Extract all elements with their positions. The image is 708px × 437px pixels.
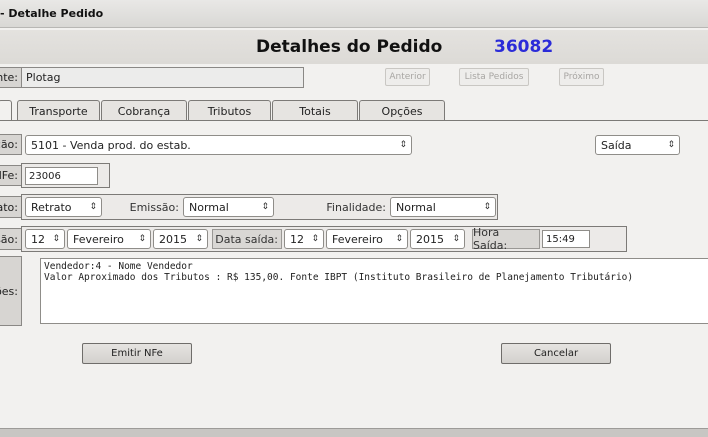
format-label: ato: — [0, 196, 22, 218]
direction-select[interactable]: Saída ⇕ — [595, 135, 680, 155]
exit-day-value: 12 — [290, 232, 304, 246]
purpose-select[interactable]: Normal ⇕ — [390, 197, 496, 217]
format-value: Retrato — [31, 200, 72, 214]
operation-select[interactable]: 5101 - Venda prod. do estab. ⇕ — [25, 135, 412, 155]
tab-divider — [0, 120, 708, 121]
tab-tributos[interactable]: Tributos — [188, 100, 271, 121]
notes-label: ões: — [0, 256, 22, 326]
purpose-label: Finalidade: — [326, 200, 386, 214]
page-title: Detalhes do Pedido — [256, 37, 443, 57]
tab-cobranca[interactable]: Cobrança — [101, 100, 187, 121]
tab-opcoes[interactable]: Opções — [359, 100, 445, 121]
notes-textarea[interactable]: Vendedor:4 - Nome Vendedor Valor Aproxim… — [40, 258, 708, 324]
updown-arrows-icon: ⇕ — [261, 202, 269, 212]
emission-year-value: 2015 — [159, 232, 187, 246]
client-field: Plotag — [21, 67, 304, 88]
notes-line-1: Vendedor:4 - Nome Vendedor — [44, 261, 193, 272]
exit-date-label: Data saída: — [212, 229, 282, 249]
updown-arrows-icon: ⇕ — [399, 140, 407, 150]
updown-arrows-icon: ⇕ — [483, 202, 491, 212]
operation-value: 5101 - Venda prod. do estab. — [31, 138, 191, 152]
exit-month-select[interactable]: Fevereiro ⇕ — [326, 229, 408, 249]
updown-arrows-icon: ⇕ — [311, 234, 319, 244]
purpose-value: Normal — [396, 200, 436, 214]
cancel-button[interactable]: Cancelar — [501, 343, 611, 364]
updown-arrows-icon: ⇕ — [452, 234, 460, 244]
notes-line-2: Valor Aproximado dos Tributos : R$ 135,0… — [44, 272, 634, 283]
exit-time-input[interactable]: 15:49 — [542, 230, 590, 248]
emission-select[interactable]: Normal ⇕ — [183, 197, 274, 217]
emission-day-select[interactable]: 12 ⇕ — [25, 229, 65, 249]
updown-arrows-icon: ⇕ — [195, 234, 203, 244]
exit-month-value: Fevereiro — [332, 232, 383, 246]
tab-totais[interactable]: Totais — [272, 100, 358, 121]
emission-value: Normal — [189, 200, 229, 214]
window-titlebar: - Detalhe Pedido — [0, 0, 708, 28]
exit-time-label: Hora Saída: — [472, 226, 540, 252]
client-label: nte: — [0, 67, 22, 88]
next-button[interactable]: Próximo — [559, 68, 604, 86]
updown-arrows-icon: ⇕ — [89, 202, 97, 212]
operation-label: ção: — [0, 134, 22, 155]
emit-nfe-button[interactable]: Emitir NFe — [82, 343, 192, 364]
emission-year-select[interactable]: 2015 ⇕ — [153, 229, 208, 249]
bottom-bar — [0, 428, 708, 437]
order-list-button[interactable]: Lista Pedidos — [459, 68, 529, 86]
exit-day-select[interactable]: 12 ⇕ — [284, 229, 324, 249]
emission-month-select[interactable]: Fevereiro ⇕ — [67, 229, 151, 249]
previous-button[interactable]: Anterior — [385, 68, 430, 86]
date-label: são: — [0, 228, 22, 250]
exit-year-select[interactable]: 2015 ⇕ — [410, 229, 465, 249]
updown-arrows-icon: ⇕ — [667, 140, 675, 150]
nfe-number-input[interactable]: 23006 — [25, 167, 98, 185]
nfe-label: NFe: — [0, 165, 22, 186]
exit-year-value: 2015 — [416, 232, 444, 246]
window-title: - Detalhe Pedido — [0, 7, 104, 20]
tab-transporte[interactable]: Transporte — [17, 100, 100, 121]
updown-arrows-icon: ⇕ — [395, 234, 403, 244]
updown-arrows-icon: ⇕ — [138, 234, 146, 244]
direction-value: Saída — [601, 138, 632, 152]
updown-arrows-icon: ⇕ — [52, 234, 60, 244]
emission-label: Emissão: — [129, 200, 179, 214]
format-select[interactable]: Retrato ⇕ — [25, 197, 102, 217]
order-number: 36082 — [494, 37, 554, 57]
emission-day-value: 12 — [31, 232, 45, 246]
emission-month-value: Fevereiro — [73, 232, 124, 246]
tab-main[interactable] — [0, 100, 12, 121]
